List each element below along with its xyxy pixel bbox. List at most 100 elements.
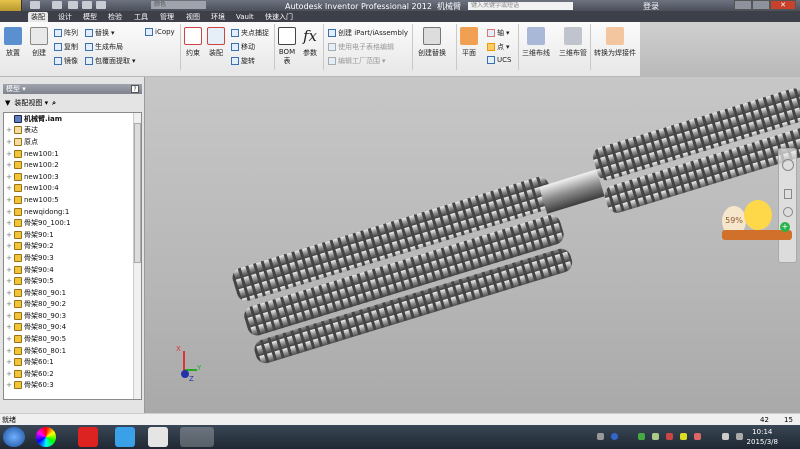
tree-node[interactable]: + new100:1	[4, 148, 141, 160]
start-button[interactable]	[3, 427, 25, 447]
expand-icon[interactable]: +	[4, 347, 14, 355]
expand-icon[interactable]: +	[4, 231, 14, 239]
expand-icon[interactable]: +	[4, 254, 14, 262]
tray-keyboard-icon[interactable]	[597, 433, 604, 440]
expand-icon[interactable]: +	[4, 242, 14, 250]
expand-icon[interactable]: +	[4, 184, 14, 192]
tray-app-icon[interactable]	[694, 433, 701, 440]
expand-icon[interactable]: +	[4, 370, 14, 378]
tray-network-icon[interactable]	[736, 433, 743, 440]
expand-icon[interactable]: +	[4, 196, 14, 204]
undo-icon[interactable]	[82, 1, 92, 9]
tree-node[interactable]: + 原点	[4, 136, 141, 148]
spreadsheet-edit-button[interactable]: 使用电子表格编辑	[328, 42, 394, 52]
expand-icon[interactable]: +	[4, 266, 14, 274]
bom-button[interactable]: BOM 表	[278, 27, 296, 66]
plus-icon[interactable]: +	[780, 222, 790, 232]
taskbar-app-inventor[interactable]	[180, 427, 214, 447]
tab-design[interactable]: 设计	[55, 12, 75, 22]
taskbar-app-music[interactable]	[78, 427, 98, 447]
tab-model[interactable]: 模型	[80, 12, 100, 22]
browser-header[interactable]: 模型 ▾?	[3, 84, 142, 94]
tab-inspect[interactable]: 检验	[105, 12, 125, 22]
expand-icon[interactable]: +	[4, 126, 14, 134]
grip-snap-button[interactable]: 夹点捕捉	[231, 28, 269, 38]
tab-manage[interactable]: 管理	[157, 12, 177, 22]
tree-node[interactable]: + 骨架90:4	[4, 264, 141, 276]
tree-node[interactable]: + new100:3	[4, 171, 141, 183]
tree-node[interactable]: + 骨架80_90:5	[4, 333, 141, 345]
tray-nvidia-icon[interactable]	[638, 433, 645, 440]
tray-app-icon[interactable]	[652, 433, 659, 440]
axis-button[interactable]: 轴 ▾	[487, 28, 510, 38]
expand-icon[interactable]: +	[4, 173, 14, 181]
tree-node[interactable]: + new100:2	[4, 159, 141, 171]
convert-weldment-button[interactable]: 转换为焊接件	[594, 27, 636, 58]
mirror-button[interactable]: 镜像	[54, 56, 78, 66]
create-button[interactable]: 创建	[30, 27, 48, 58]
tray-app-icon[interactable]	[680, 433, 687, 440]
tree-node[interactable]: + 骨架60:1	[4, 356, 141, 368]
expand-icon[interactable]: +	[4, 323, 14, 331]
expand-icon[interactable]: +	[4, 312, 14, 320]
help-search-input[interactable]: 键入关键字或短语	[468, 2, 573, 10]
tree-node[interactable]: + 表达	[4, 125, 141, 137]
tree-scrollbar[interactable]	[133, 113, 141, 399]
tree-node[interactable]: 机械臂.iam	[4, 113, 141, 125]
plane-button[interactable]: 平面	[460, 27, 478, 58]
tree-node[interactable]: + 骨架80_90:1	[4, 287, 141, 299]
tree-node[interactable]: + newqidong:1	[4, 206, 141, 218]
icopy-button[interactable]: iCopy	[145, 28, 175, 36]
tree-node[interactable]: + 骨架60:2	[4, 368, 141, 380]
copy-button[interactable]: 复制	[54, 42, 78, 52]
tree-node[interactable]: + 骨架90:1	[4, 229, 141, 241]
edit-factory-button[interactable]: 编辑工厂范围 ▾	[328, 56, 386, 66]
place-button[interactable]: 放置	[4, 27, 22, 58]
minimize-button[interactable]	[734, 0, 752, 10]
tab-assemble[interactable]: 装配	[28, 12, 48, 22]
tray-volume-icon[interactable]	[722, 433, 729, 440]
tree-node[interactable]: + 骨架80_90:3	[4, 310, 141, 322]
find-icon[interactable]: ⌕	[52, 99, 56, 108]
rotate-button[interactable]: 旋转	[231, 56, 255, 66]
tree-node[interactable]: + 骨架60:3	[4, 380, 141, 392]
assemble-button[interactable]: 装配	[207, 27, 225, 58]
make-layout-button[interactable]: 生成布局	[85, 42, 123, 52]
taskbar-app-player[interactable]	[148, 427, 168, 447]
create-ipart-button[interactable]: 创建 iPart/iAssembly	[328, 28, 408, 38]
tab-getting-started[interactable]: 快速入门	[262, 12, 296, 22]
save-icon[interactable]	[68, 1, 78, 9]
tree-node[interactable]: + 骨架80_90:2	[4, 299, 141, 311]
tree-node[interactable]: + new100:4	[4, 183, 141, 195]
expand-icon[interactable]: +	[4, 381, 14, 389]
network-speed-widget[interactable]: 59% +	[722, 200, 794, 250]
assembly-view-dropdown[interactable]: 装配视图 ▾	[14, 98, 48, 108]
tree-node[interactable]: + 骨架90:3	[4, 252, 141, 264]
tab-tools[interactable]: 工具	[131, 12, 151, 22]
expand-icon[interactable]: +	[4, 335, 14, 343]
expand-icon[interactable]: +	[4, 138, 14, 146]
expand-icon[interactable]: +	[4, 161, 14, 169]
ucs-button[interactable]: UCS	[487, 56, 511, 64]
tree-node[interactable]: + 骨架90:5	[4, 275, 141, 287]
parameters-button[interactable]: fx 参数	[301, 27, 319, 58]
help-icon[interactable]: ?	[131, 85, 139, 93]
tab-environments[interactable]: 环境	[208, 12, 228, 22]
expand-icon[interactable]: +	[4, 300, 14, 308]
expand-icon[interactable]: +	[4, 289, 14, 297]
expand-icon[interactable]: +	[4, 208, 14, 216]
expand-icon[interactable]: +	[4, 358, 14, 366]
tree-node[interactable]: + 骨架90:2	[4, 241, 141, 253]
tree-node[interactable]: + 骨架90_100:1	[4, 217, 141, 229]
pattern-button[interactable]: 阵列	[54, 28, 78, 38]
tree-node[interactable]: + new100:5	[4, 194, 141, 206]
pan-icon[interactable]	[784, 189, 792, 199]
point-button[interactable]: 点 ▾	[487, 42, 510, 52]
taskbar-app-browser[interactable]	[36, 427, 56, 447]
move-button[interactable]: 移动	[231, 42, 255, 52]
create-substitute-button[interactable]: 创建替换	[418, 27, 446, 58]
tree-node[interactable]: + 骨架80_90:4	[4, 322, 141, 334]
filter-icon[interactable]: ▼	[5, 99, 10, 107]
tray-help-icon[interactable]	[611, 433, 618, 440]
cable-harness-button[interactable]: 三维布线	[522, 27, 550, 58]
